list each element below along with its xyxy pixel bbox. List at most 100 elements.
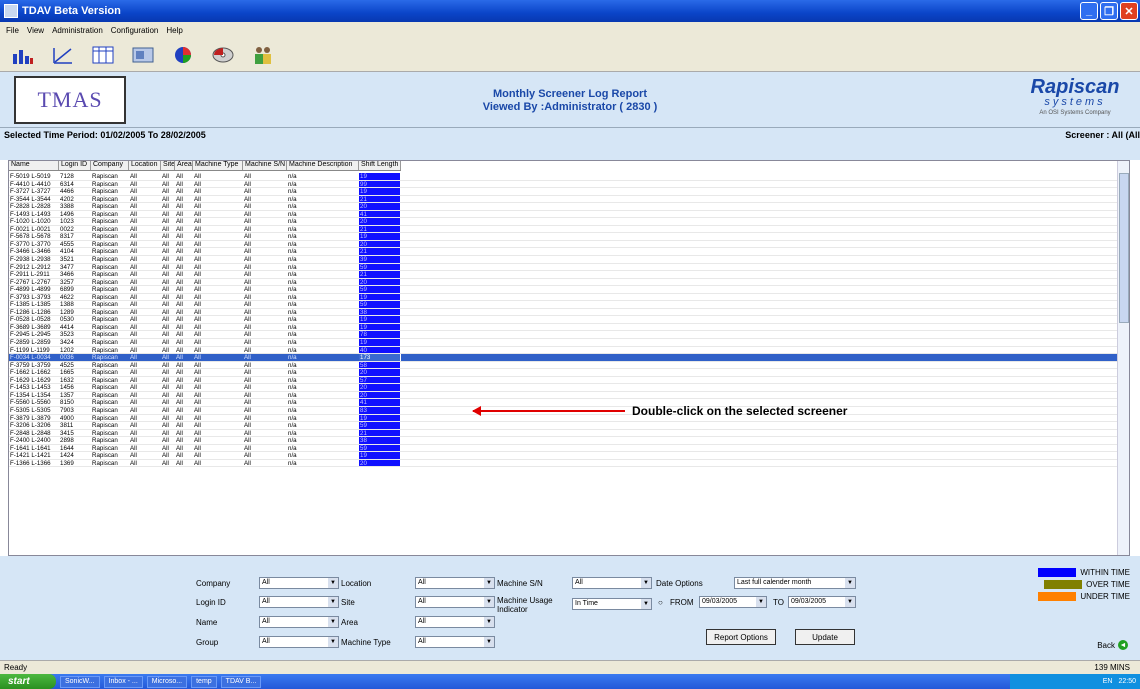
menu-configuration[interactable]: Configuration [111, 26, 159, 35]
pie-chart-icon[interactable] [168, 41, 198, 69]
table-row[interactable]: F-2938 L-2938 3521 Rapiscan All All All All All… [9, 256, 1117, 264]
table-row[interactable]: F-2767 L-2767 3257 Rapiscan All All All All All… [9, 278, 1117, 287]
table-row[interactable]: F-2945 L-2945 3523 Rapiscan All All All All All… [9, 331, 1117, 340]
table-row[interactable]: F-1286 L-1286 1289 Rapiscan All All All All All… [9, 308, 1117, 317]
range-radio[interactable]: ○ [658, 598, 663, 607]
table-row[interactable]: F-3759 L-3759 4525 Rapiscan All All All All All… [9, 361, 1117, 370]
column-header[interactable]: Area [175, 161, 193, 170]
table-cell: All [194, 301, 201, 308]
machine-usage-select[interactable]: In Time ▼ [572, 598, 652, 610]
table-row[interactable]: F-1421 L-1421 1424 Rapiscan All All All All All… [9, 452, 1117, 460]
table-row[interactable]: F-1629 L-1629 1632 Rapiscan All All All All All… [9, 376, 1117, 385]
restore-button[interactable]: ❐ [1100, 2, 1118, 20]
table-row[interactable]: F-2848 L-2848 3415 Rapiscan All All All All All… [9, 429, 1117, 438]
table-row[interactable]: F-3879 L-3879 4900 Rapiscan All All All All All… [9, 414, 1117, 423]
users-icon[interactable] [248, 41, 278, 69]
column-header[interactable]: Site [161, 161, 175, 170]
table-cell: All [194, 263, 201, 271]
column-header[interactable]: Machine Type [193, 161, 243, 170]
screener-grid[interactable]: Name Login ID Company Location Site Area Machi… [8, 160, 1130, 556]
table-row[interactable]: F-3689 L-3689 4414 Rapiscan All All All All All… [9, 323, 1117, 332]
table-row[interactable]: F-4899 L-4899 6899 Rapiscan All All All All All… [9, 286, 1117, 294]
menu-view[interactable]: View [27, 26, 44, 35]
table-row[interactable]: F-3770 L-3770 4555 Rapiscan All All All All All… [9, 240, 1117, 249]
column-header[interactable]: Location [129, 161, 161, 170]
from-date-field[interactable]: 09/03/2005 ▼ [699, 596, 767, 608]
table-row[interactable]: F-5678 L-5678 8317 Rapiscan All All All All All… [9, 233, 1117, 241]
table-icon[interactable] [88, 41, 118, 69]
machine-type-select[interactable]: All ▼ [415, 636, 495, 648]
task-microsoft[interactable]: Microso... [146, 675, 188, 688]
table-row[interactable]: F-5560 L-5560 8150 Rapiscan All All All All All… [9, 399, 1117, 407]
table-row[interactable]: F-4410 L-4410 6314 Rapiscan All All All All All… [9, 180, 1117, 189]
table-cell: 1289 [60, 308, 74, 316]
table-row[interactable]: F-3793 L-3793 4622 Rapiscan All All All All All… [9, 293, 1117, 302]
scroll-thumb[interactable] [1119, 173, 1129, 323]
table-row[interactable]: F-2828 L-2828 3388 Rapiscan All All All All All… [9, 203, 1117, 211]
column-header[interactable]: Name [9, 161, 59, 170]
table-row[interactable]: F-1493 L-1493 1496 Rapiscan All All All All All… [9, 210, 1117, 219]
bar-chart-icon[interactable] [8, 41, 38, 69]
machine-sn-select[interactable]: All ▼ [572, 577, 652, 589]
task-sonicwall[interactable]: SonicW... [60, 675, 100, 688]
table-row[interactable]: F-5019 L-5019 7128 Rapiscan All All All All All… [9, 173, 1117, 181]
login-id-select[interactable]: All ▼ [259, 596, 339, 608]
table-row[interactable]: F-3544 L-3544 4202 Rapiscan All All All All All… [9, 195, 1117, 204]
menu-file[interactable]: File [6, 26, 19, 35]
column-header[interactable]: Shift Length [359, 161, 401, 170]
task-inbox[interactable]: Inbox - ... [103, 675, 143, 688]
line-chart-icon[interactable] [48, 41, 78, 69]
status-bar: Ready 139 MINS [0, 660, 1140, 674]
date-options-select[interactable]: Last full calender month ▼ [734, 577, 856, 589]
table-row[interactable]: F-1641 L-1641 1644 Rapiscan All All All All All… [9, 444, 1117, 453]
update-button[interactable]: Update [795, 629, 855, 645]
table-cell: All [244, 233, 251, 240]
table-row[interactable]: F-1366 L-1366 1369 Rapiscan All All All All All… [9, 459, 1117, 468]
table-row[interactable]: F-3206 L-3206 3811 Rapiscan All All All All All… [9, 422, 1117, 430]
table-row[interactable]: F-2400 L-2400 2898 Rapiscan All All All All All… [9, 437, 1117, 445]
menu-help[interactable]: Help [166, 26, 182, 35]
table-row[interactable]: F-3466 L-3466 4104 Rapiscan All All All All All… [9, 248, 1117, 257]
column-header[interactable]: Company [91, 161, 129, 170]
table-row[interactable]: F-2911 L-2911 3466 Rapiscan All All All All All… [9, 271, 1117, 279]
report-icon[interactable] [128, 41, 158, 69]
menu-administration[interactable]: Administration [52, 26, 103, 35]
minimize-button[interactable]: _ [1080, 2, 1098, 20]
company-select[interactable]: All ▼ [259, 577, 339, 589]
table-row[interactable]: F-3727 L-3727 4466 Rapiscan All All All All All… [9, 188, 1117, 196]
name-select[interactable]: All ▼ [259, 616, 339, 628]
group-select[interactable]: All ▼ [259, 636, 339, 648]
table-row[interactable]: F-2912 L-2912 3477 Rapiscan All All All All All… [9, 263, 1117, 272]
task-tdav[interactable]: TDAV B... [220, 675, 262, 688]
table-cell: Rapiscan [92, 422, 118, 429]
table-row[interactable]: F-1020 L-1020 1023 Rapiscan All All All All All… [9, 218, 1117, 226]
table-row[interactable]: F-1662 L-1662 1665 Rapiscan All All All All All… [9, 369, 1117, 377]
site-select[interactable]: All ▼ [415, 596, 495, 608]
table-row[interactable]: F-1453 L-1453 1456 Rapiscan All All All All All… [9, 384, 1117, 392]
table-row[interactable]: F-0528 L-0528 0530 Rapiscan All All All All All… [9, 316, 1117, 324]
table-row[interactable]: F-0034 L-0034 0036 Rapiscan All All All All All… [9, 354, 1117, 362]
table-row[interactable]: F-1385 L-1385 1388 Rapiscan All All All All All… [9, 301, 1117, 309]
vertical-scrollbar[interactable] [1117, 161, 1129, 555]
language-indicator[interactable]: EN [1103, 678, 1113, 685]
location-select[interactable]: All ▼ [415, 577, 495, 589]
close-button[interactable]: ✕ [1120, 2, 1138, 20]
back-button[interactable]: Back ◄ [1097, 640, 1128, 650]
table-row[interactable]: F-1199 L-1199 1202 Rapiscan All All All All All… [9, 346, 1117, 355]
to-date-field[interactable]: 09/03/2005 ▼ [788, 596, 856, 608]
table-row[interactable]: F-2859 L-2859 3424 Rapiscan All All All All All… [9, 339, 1117, 347]
column-header[interactable]: Machine Description [287, 161, 359, 170]
column-header[interactable]: Login ID [59, 161, 91, 170]
table-cell: 21 [359, 248, 401, 256]
area-select[interactable]: All ▼ [415, 616, 495, 628]
table-cell: All [176, 406, 183, 414]
table-row[interactable]: F-0021 L-0021 0022 Rapiscan All All All All All… [9, 225, 1117, 234]
start-button[interactable]: start [0, 674, 56, 689]
report-options-button[interactable]: Report Options [706, 629, 776, 645]
disc-icon[interactable] [208, 41, 238, 69]
window-title: TDAV Beta Version [22, 5, 121, 17]
table-row[interactable]: F-1354 L-1354 1357 Rapiscan All All All All All… [9, 391, 1117, 400]
column-header[interactable]: Machine S/N [243, 161, 287, 170]
table-cell: All [194, 271, 201, 278]
task-temp[interactable]: temp [191, 675, 217, 688]
